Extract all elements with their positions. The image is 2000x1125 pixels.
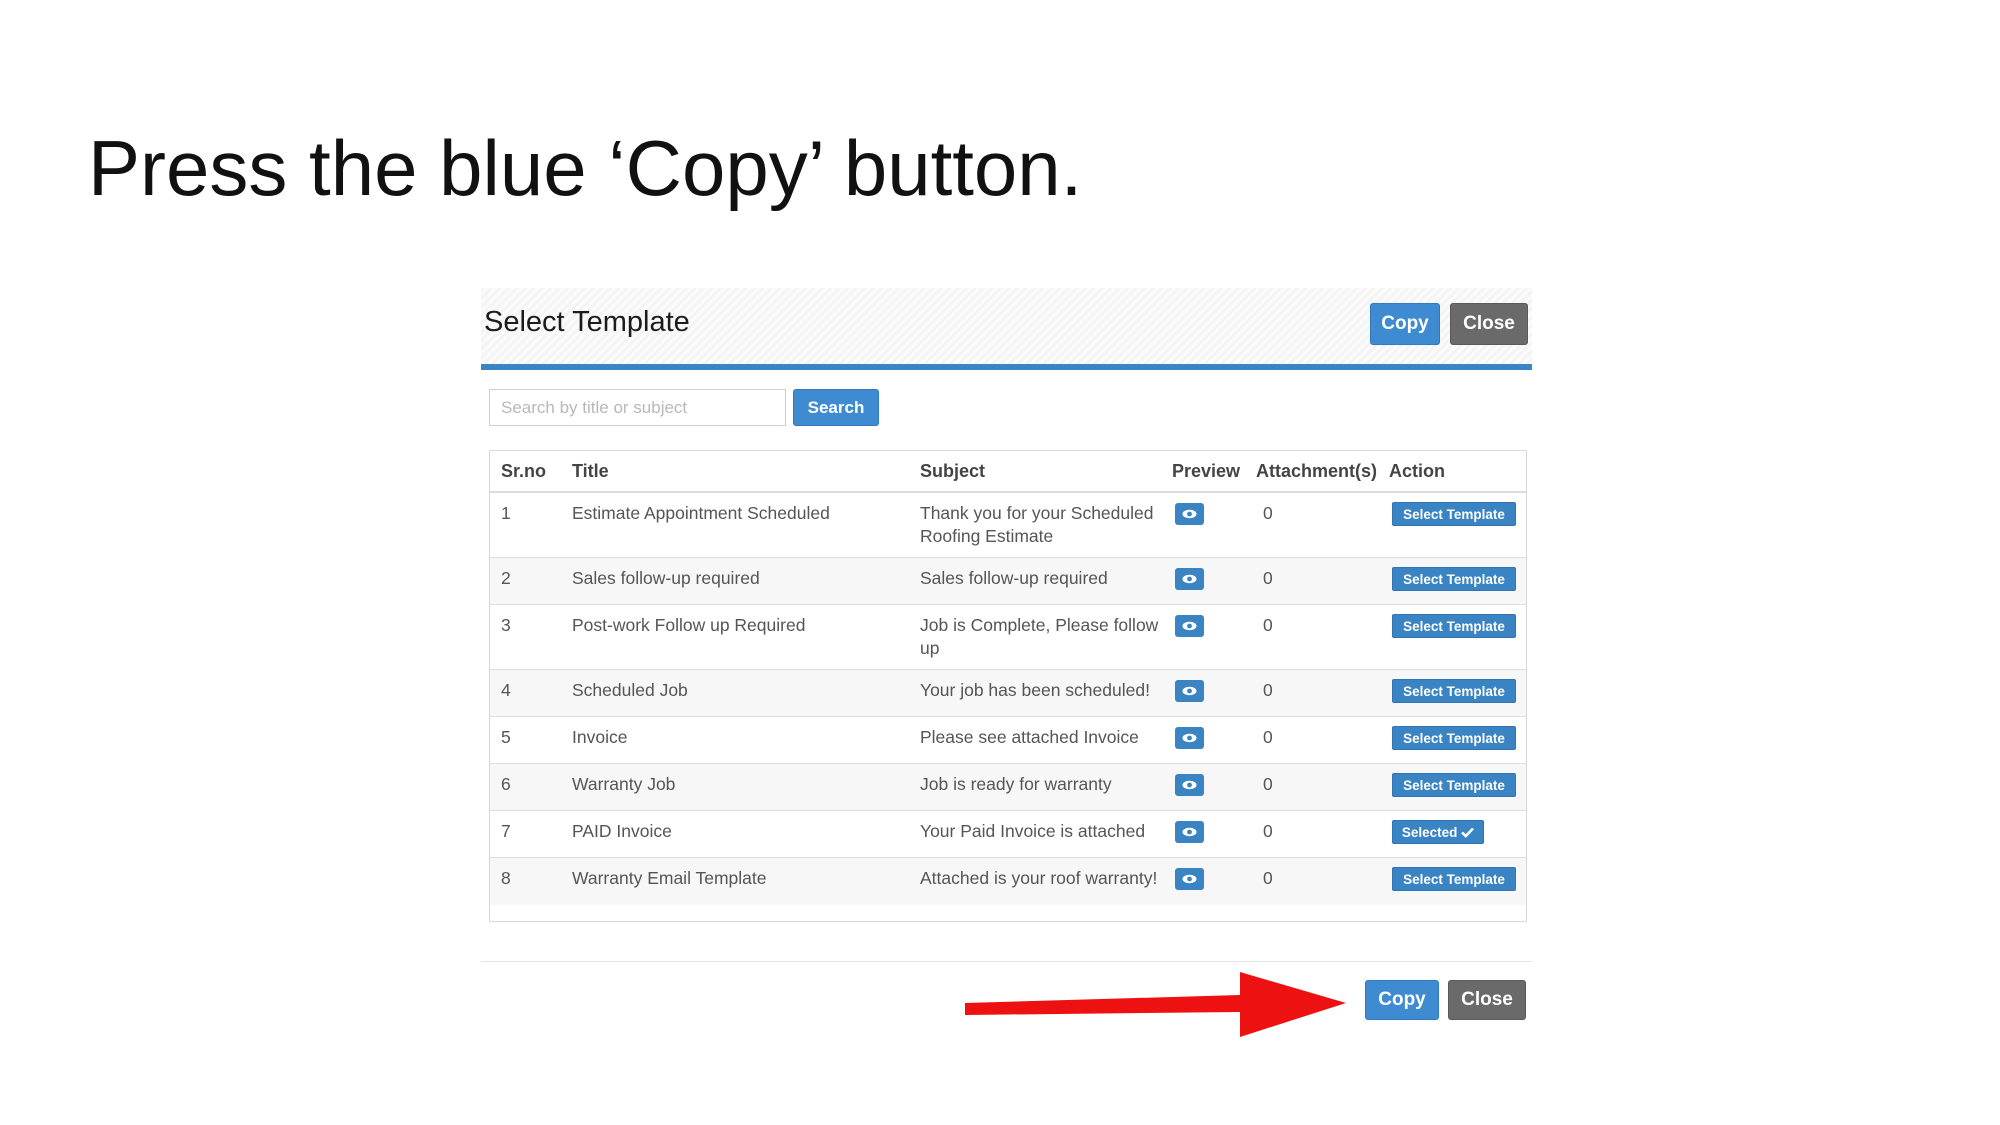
row-title: Warranty Email Template: [572, 868, 767, 888]
row-srno: 6: [501, 774, 511, 794]
row-title: Estimate Appointment Scheduled: [572, 503, 830, 523]
row-srno: 2: [501, 568, 511, 588]
select-template-button[interactable]: Select Template: [1392, 726, 1516, 750]
preview-eye-icon[interactable]: [1175, 868, 1204, 890]
search-input[interactable]: [489, 389, 786, 426]
row-attachments: 0: [1263, 503, 1273, 523]
row-title: Warranty Job: [572, 774, 676, 794]
table-row: 4 Scheduled Job Your job has been schedu…: [490, 670, 1526, 717]
selected-button[interactable]: Selected: [1392, 820, 1484, 844]
table-row: 1 Estimate Appointment Scheduled Thank y…: [490, 493, 1526, 558]
row-subject: Your job has been scheduled!: [920, 680, 1150, 700]
row-title: Post-work Follow up Required: [572, 615, 806, 635]
select-template-modal: Select Template Copy Close Search Sr.no …: [481, 288, 1532, 1023]
table-header: Sr.no Title Subject Preview Attachment(s…: [490, 451, 1526, 493]
preview-eye-icon[interactable]: [1175, 680, 1204, 702]
header-action: Action: [1389, 461, 1445, 481]
search-button[interactable]: Search: [793, 389, 879, 426]
row-subject: Thank you for your Scheduled Roofing Est…: [920, 503, 1154, 546]
row-attachments: 0: [1263, 727, 1273, 747]
row-subject: Please see attached Invoice: [920, 727, 1139, 747]
header-attachments: Attachment(s): [1256, 461, 1378, 481]
row-attachments: 0: [1263, 821, 1273, 841]
table-row: 5 Invoice Please see attached Invoice 0 …: [490, 717, 1526, 764]
preview-eye-icon[interactable]: [1175, 568, 1204, 590]
header-subject: Subject: [920, 461, 986, 481]
row-attachments: 0: [1263, 568, 1273, 588]
header-title: Title: [572, 461, 609, 481]
row-subject: Attached is your roof warranty!: [920, 868, 1158, 888]
row-srno: 5: [501, 727, 511, 747]
row-attachments: 0: [1263, 680, 1273, 700]
header-preview: Preview: [1172, 461, 1241, 481]
row-subject: Job is Complete, Please follow up: [920, 615, 1159, 658]
footer-copy-button[interactable]: Copy: [1365, 980, 1439, 1020]
preview-eye-icon[interactable]: [1175, 503, 1204, 525]
table-row: 3 Post-work Follow up Required Job is Co…: [490, 605, 1526, 670]
templates-table: Sr.no Title Subject Preview Attachment(s…: [489, 450, 1527, 922]
row-attachments: 0: [1263, 868, 1273, 888]
select-template-button[interactable]: Select Template: [1392, 567, 1516, 591]
preview-eye-icon[interactable]: [1175, 615, 1204, 637]
preview-eye-icon[interactable]: [1175, 821, 1204, 843]
select-template-button[interactable]: Select Template: [1392, 867, 1516, 891]
table-row: 2 Sales follow-up required Sales follow-…: [490, 558, 1526, 605]
select-template-button[interactable]: Select Template: [1392, 773, 1516, 797]
header-divider: [481, 364, 1532, 370]
modal-title: Select Template: [484, 306, 690, 338]
selected-label: Selected: [1401, 825, 1458, 840]
row-title: Scheduled Job: [572, 680, 688, 700]
header-close-button[interactable]: Close: [1450, 303, 1528, 345]
modal-header: Select Template Copy Close: [481, 288, 1532, 364]
row-subject: Job is ready for warranty: [920, 774, 1112, 794]
preview-eye-icon[interactable]: [1175, 774, 1204, 796]
row-srno: 1: [501, 503, 511, 523]
row-srno: 7: [501, 821, 511, 841]
row-title: Sales follow-up required: [572, 568, 760, 588]
select-template-button[interactable]: Select Template: [1392, 502, 1516, 526]
row-title: PAID Invoice: [572, 821, 672, 841]
table-row: 6 Warranty Job Job is ready for warranty…: [490, 764, 1526, 811]
row-attachments: 0: [1263, 615, 1273, 635]
row-srno: 4: [501, 680, 511, 700]
row-title: Invoice: [572, 727, 628, 747]
row-subject: Sales follow-up required: [920, 568, 1108, 588]
checkmark-icon: [1461, 827, 1475, 838]
table-row: 8 Warranty Email Template Attached is yo…: [490, 858, 1526, 905]
select-template-button[interactable]: Select Template: [1392, 614, 1516, 638]
row-srno: 8: [501, 868, 511, 888]
table-row: 7 PAID Invoice Your Paid Invoice is atta…: [490, 811, 1526, 858]
header-copy-button[interactable]: Copy: [1370, 303, 1440, 345]
row-attachments: 0: [1263, 774, 1273, 794]
row-srno: 3: [501, 615, 511, 635]
instruction-heading: Press the blue ‘Copy’ button.: [88, 124, 1083, 212]
preview-eye-icon[interactable]: [1175, 727, 1204, 749]
footer-close-button[interactable]: Close: [1448, 980, 1526, 1020]
red-arrow-icon: [965, 972, 1346, 1037]
row-subject: Your Paid Invoice is attached: [920, 821, 1146, 841]
header-srno: Sr.no: [501, 461, 547, 481]
select-template-button[interactable]: Select Template: [1392, 679, 1516, 703]
